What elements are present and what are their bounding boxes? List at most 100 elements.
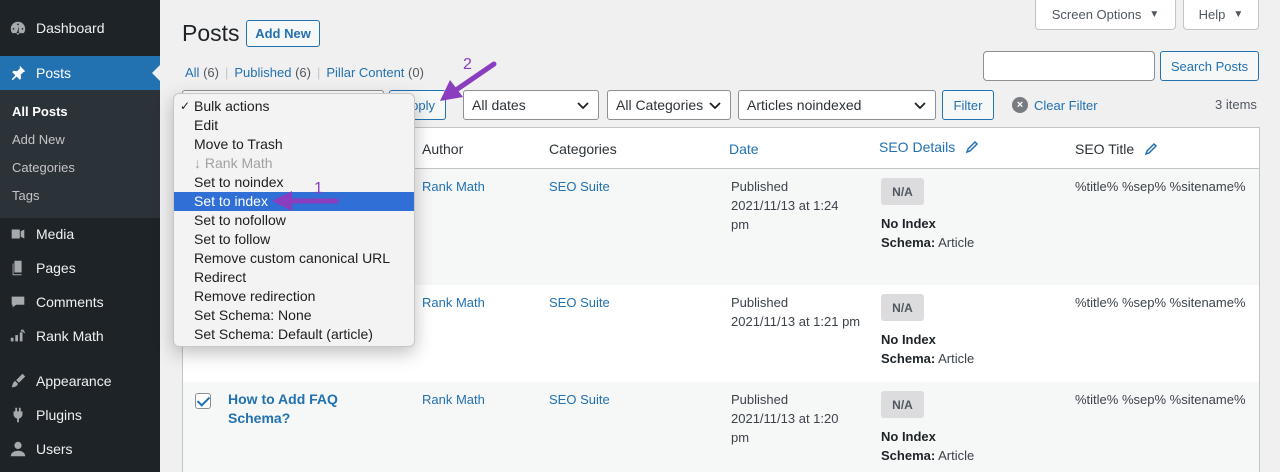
items-count: 3 items xyxy=(1215,97,1257,112)
categories-select-value: All Categories xyxy=(616,97,704,113)
seo-title-value: %title% %sep% %sitename% xyxy=(1075,295,1246,310)
dropdown-option-schema-article[interactable]: Set Schema: Default (article) xyxy=(174,325,414,344)
seo-title-value: %title% %sep% %sitename% xyxy=(1075,392,1246,407)
category-link[interactable]: SEO Suite xyxy=(549,293,610,312)
submenu-all-posts[interactable]: All Posts xyxy=(12,104,68,119)
dropdown-option-edit[interactable]: Edit xyxy=(174,116,414,135)
chevron-down-icon xyxy=(577,102,589,110)
dashboard-icon xyxy=(8,18,28,38)
sidebar-item-pages[interactable]: Pages xyxy=(0,251,160,285)
schema-value: Article xyxy=(938,351,975,366)
sidebar-item-plugins[interactable]: Plugins xyxy=(0,398,160,432)
chevron-down-icon xyxy=(709,102,721,110)
schema-label: Schema: xyxy=(881,351,936,366)
schema-info: Schema: Article xyxy=(881,446,974,465)
add-new-button[interactable]: Add New xyxy=(246,20,320,47)
seo-score-badge: N/A xyxy=(881,294,924,321)
seo-score-badge: N/A xyxy=(881,391,924,418)
help-button[interactable]: Help ▼ xyxy=(1183,0,1259,30)
post-title-link[interactable]: How to Add FAQ Schema? xyxy=(228,390,388,428)
comments-icon xyxy=(8,292,28,312)
screen-options-button[interactable]: Screen Options ▼ xyxy=(1035,0,1176,30)
sidebar-item-label: Users xyxy=(36,441,73,457)
category-link[interactable]: SEO Suite xyxy=(549,390,610,409)
submenu-add-new[interactable]: Add New xyxy=(12,132,65,147)
author-link[interactable]: Rank Math xyxy=(422,293,485,312)
help-label: Help xyxy=(1198,7,1226,22)
sidebar-item-label: Rank Math xyxy=(36,328,104,344)
view-all-link[interactable]: All xyxy=(185,65,199,80)
sidebar-item-label: Comments xyxy=(36,294,104,310)
dropdown-option-schema-none[interactable]: Set Schema: None xyxy=(174,306,414,325)
pencil-icon xyxy=(1144,142,1158,156)
view-pillar-count: (0) xyxy=(408,65,424,80)
schema-info: Schema: Article xyxy=(881,233,974,252)
annotation-arrow-1 xyxy=(272,191,339,211)
schema-value: Article xyxy=(938,448,975,463)
schema-info: Schema: Article xyxy=(881,349,974,368)
sidebar-item-dashboard[interactable]: Dashboard xyxy=(0,11,160,45)
column-seo-details[interactable]: SEO Details xyxy=(879,139,979,155)
category-link[interactable]: SEO Suite xyxy=(549,177,610,196)
date-status: Published xyxy=(731,179,789,194)
separator: | xyxy=(316,65,321,80)
rank-math-icon xyxy=(8,326,28,346)
sidebar-item-label: Dashboard xyxy=(36,20,105,36)
date-value: 2021/11/13 at 1:24 xyxy=(731,198,839,213)
dropdown-group-rank-math: ↓ Rank Math xyxy=(194,155,273,171)
sidebar-item-users[interactable]: Users xyxy=(0,432,160,466)
index-status: No Index xyxy=(881,332,936,347)
checkmark-icon: ✓ xyxy=(180,99,191,113)
seo-title-value: %title% %sep% %sitename% xyxy=(1075,179,1246,194)
users-icon xyxy=(8,439,28,459)
schema-value: Article xyxy=(938,235,975,250)
annotation-arrow-2 xyxy=(440,61,497,101)
column-author: Author xyxy=(422,141,464,157)
caret-down-icon: ▼ xyxy=(1149,9,1160,20)
admin-sidebar: Dashboard Posts All Posts Add New Catego… xyxy=(0,0,160,472)
author-link[interactable]: Rank Math xyxy=(422,390,485,409)
page-title: Posts xyxy=(182,20,240,46)
pin-icon xyxy=(8,63,28,83)
filter-button[interactable]: Filter xyxy=(942,90,994,120)
appearance-icon xyxy=(8,371,28,391)
submenu-categories[interactable]: Categories xyxy=(12,160,75,175)
sidebar-item-rank-math[interactable]: Rank Math xyxy=(0,319,160,353)
submenu-tags[interactable]: Tags xyxy=(12,188,39,203)
search-input[interactable] xyxy=(983,51,1155,81)
index-status: No Index xyxy=(881,429,936,444)
view-all-count: (6) xyxy=(203,65,219,80)
dropdown-option-set-follow[interactable]: Set to follow xyxy=(174,230,414,249)
table-row: How to Add FAQ Schema? Rank Math SEO Sui… xyxy=(183,382,1259,472)
sidebar-item-label: Media xyxy=(36,226,75,242)
seo-filter-select[interactable]: Articles noindexed xyxy=(738,90,936,120)
dropdown-option-bulk-actions[interactable]: ✓ Bulk actions xyxy=(174,97,414,116)
post-status-views: All (6) | Published (6) | Pillar Content… xyxy=(185,65,424,80)
dropdown-option-remove-redirection[interactable]: Remove redirection xyxy=(174,287,414,306)
dropdown-option-remove-canonical[interactable]: Remove custom canonical URL xyxy=(174,249,414,268)
column-date[interactable]: Date xyxy=(729,141,759,157)
author-link[interactable]: Rank Math xyxy=(422,177,485,196)
view-pillar-link[interactable]: Pillar Content xyxy=(326,65,404,80)
clear-filter-link[interactable]: × Clear Filter xyxy=(1012,97,1098,113)
dropdown-option-redirect[interactable]: Redirect xyxy=(174,268,414,287)
view-published-link[interactable]: Published xyxy=(234,65,291,80)
sidebar-item-comments[interactable]: Comments xyxy=(0,285,160,319)
pages-icon xyxy=(8,258,28,278)
date-status: Published xyxy=(731,295,789,310)
schema-label: Schema: xyxy=(881,235,936,250)
sidebar-item-media[interactable]: Media xyxy=(0,217,160,251)
sidebar-item-label: Appearance xyxy=(36,373,112,389)
sidebar-item-appearance[interactable]: Appearance xyxy=(0,364,160,398)
sidebar-item-posts[interactable]: Posts xyxy=(0,56,160,90)
categories-select[interactable]: All Categories xyxy=(607,90,731,120)
date-value-cont: pm xyxy=(731,430,750,445)
clear-filter-label: Clear Filter xyxy=(1034,97,1098,113)
row-checkbox[interactable] xyxy=(195,393,211,409)
view-published-count: (6) xyxy=(295,65,311,80)
bulk-actions-dropdown: ✓ Bulk actions Edit Move to Trash ↓ Rank… xyxy=(173,93,415,347)
dropdown-option-move-to-trash[interactable]: Move to Trash xyxy=(174,135,414,154)
seo-filter-select-value: Articles noindexed xyxy=(747,97,862,113)
search-posts-button[interactable]: Search Posts xyxy=(1160,51,1259,81)
column-seo-title[interactable]: SEO Title xyxy=(1075,141,1158,157)
